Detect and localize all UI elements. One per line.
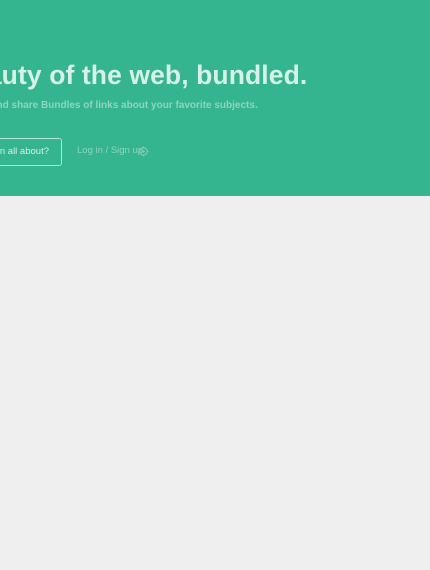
hero-subline: and share Bundles of links about your fa… xyxy=(0,100,258,111)
hero-headline: eauty of the web, bundled. xyxy=(0,60,308,90)
content-area xyxy=(0,196,430,570)
settings-icon[interactable] xyxy=(138,146,149,157)
hero-banner: eauty of the web, bundled. and share Bun… xyxy=(0,0,430,196)
login-signup-link[interactable]: Log in / Sign up xyxy=(77,145,143,156)
what-is-bundlin-button[interactable]: dlin all about? xyxy=(0,138,62,166)
